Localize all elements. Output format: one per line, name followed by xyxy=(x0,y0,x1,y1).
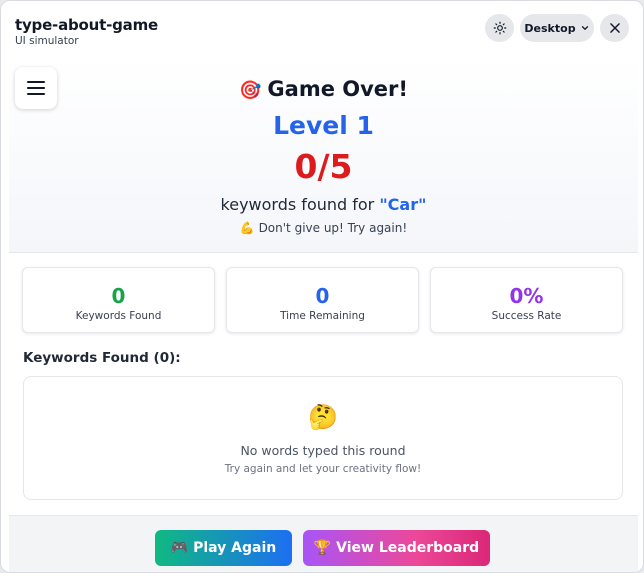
stat-card-time-remaining: 0 Time Remaining xyxy=(226,267,419,333)
keywords-empty-state: 🤔 No words typed this round Try again an… xyxy=(23,376,623,500)
stat-label: Time Remaining xyxy=(280,310,365,322)
level-label: Level 1 xyxy=(273,111,374,140)
stat-label: Success Rate xyxy=(491,310,562,322)
title-bar: type-about-game UI simulator Desktop xyxy=(1,1,643,55)
score-display: 0/5 xyxy=(294,147,353,186)
chevron-down-icon xyxy=(581,26,588,30)
empty-state-message: No words typed this round xyxy=(240,443,406,458)
game-over-heading: 🎯 Game Over! xyxy=(9,77,638,101)
keywords-section-title: Keywords Found (0): xyxy=(23,350,181,366)
empty-state-hint: Try again and let your creativity flow! xyxy=(224,463,422,475)
app-subtitle: UI simulator xyxy=(15,35,79,47)
heading-text: Game Over! xyxy=(267,77,408,101)
close-button[interactable] xyxy=(600,14,629,42)
target-icon: 🎯 xyxy=(239,80,262,101)
view-leaderboard-button[interactable]: 🏆 View Leaderboard xyxy=(303,530,490,566)
stat-value: 0 xyxy=(315,284,330,308)
action-footer: 🎮 Play Again 🏆 View Leaderboard xyxy=(9,515,638,572)
app-title: type-about-game xyxy=(15,16,158,34)
stat-label: Keywords Found xyxy=(75,310,162,322)
keywords-found-line: keywords found for "Car" xyxy=(9,195,638,214)
results-header: 🎯 Game Over! Level 1 0/5 keywords found f… xyxy=(9,55,638,253)
theme-toggle-button[interactable] xyxy=(485,14,514,42)
stat-card-success-rate: 0% Success Rate xyxy=(430,267,623,333)
found-prefix: keywords found for xyxy=(220,195,375,214)
game-content: 🎯 Game Over! Level 1 0/5 keywords found f… xyxy=(9,55,638,572)
device-select-label: Desktop xyxy=(524,21,576,35)
play-again-button[interactable]: 🎮 Play Again xyxy=(155,530,292,566)
device-select[interactable]: Desktop xyxy=(520,14,594,42)
stat-card-keywords-found: 0 Keywords Found xyxy=(22,267,215,333)
stat-value: 0 xyxy=(111,284,126,308)
target-keyword: "Car" xyxy=(379,195,427,214)
stat-value: 0% xyxy=(509,284,544,308)
encouragement-text: 💪 Don't give up! Try again! xyxy=(239,221,408,235)
close-icon xyxy=(609,23,620,33)
app-window: type-about-game UI simulator Desktop 🎯 G… xyxy=(0,0,644,573)
sun-icon xyxy=(493,21,506,35)
thinking-face-icon: 🤔 xyxy=(308,403,338,431)
